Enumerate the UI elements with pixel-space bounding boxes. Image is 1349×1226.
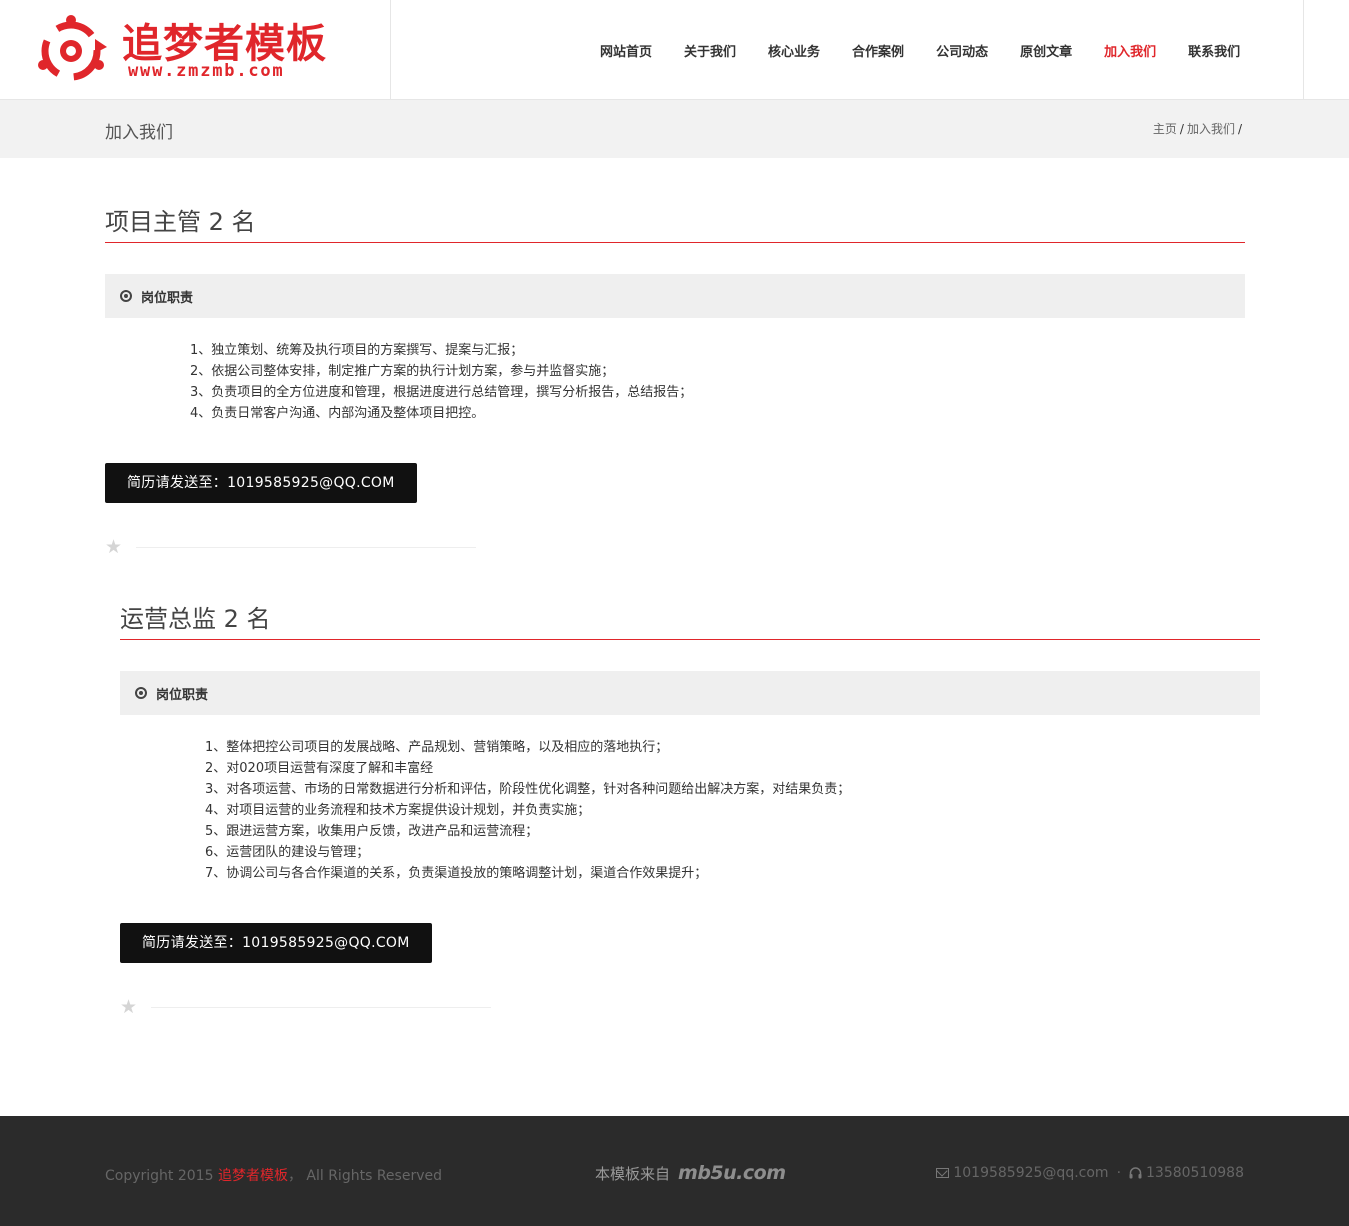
logo[interactable]: 追梦者模板 www.zmzmb.com bbox=[0, 0, 391, 100]
list-item: 4、对项目运营的业务流程和技术方案提供设计规划，并负责实施； bbox=[205, 803, 591, 818]
nav-item-news[interactable]: 公司动态 bbox=[920, 41, 1004, 60]
nav-item-contact[interactable]: 联系我们 bbox=[1172, 41, 1256, 60]
star-icon: ★ bbox=[120, 996, 138, 1018]
section-divider: ★ bbox=[120, 997, 1260, 1017]
list-item: 4、负责日常客户沟通、内部沟通及整体项目把控。 bbox=[190, 406, 485, 421]
mb5u-logo-link[interactable]: mb5u.com bbox=[678, 1162, 786, 1184]
envelope-icon bbox=[936, 1168, 950, 1178]
duty-list: 1、独立策划、统筹及执行项目的方案撰写、提案与汇报； 2、依据公司整体安排，制定… bbox=[105, 340, 1245, 424]
job-section-operations-director: 运营总监 2 名 岗位职责 1、整体把控公司项目的发展战略、产品规划、营销策略，… bbox=[120, 597, 1260, 1017]
logo-url: www.zmzmb.com bbox=[128, 61, 285, 81]
page-title: 加入我们 bbox=[105, 123, 173, 143]
duty-header[interactable]: 岗位职责 bbox=[120, 671, 1260, 715]
contact-separator: · bbox=[1116, 1165, 1122, 1181]
breadcrumb-home[interactable]: 主页 bbox=[1153, 122, 1177, 136]
breadcrumb-separator: / bbox=[1179, 122, 1184, 136]
list-item: 2、对020项目运营有深度了解和丰富经 bbox=[205, 761, 434, 776]
circle-dot-icon bbox=[135, 687, 147, 699]
circle-dot-icon bbox=[120, 290, 132, 302]
list-item: 1、整体把控公司项目的发展战略、产品规划、营销策略，以及相应的落地执行； bbox=[205, 740, 669, 755]
job-title: 运营总监 2 名 bbox=[120, 597, 1260, 640]
section-divider: ★ bbox=[105, 537, 1245, 557]
footer-email[interactable]: 1019585925@qq.com bbox=[953, 1165, 1108, 1181]
site-footer: Copyright 2015 追梦者模板， All Rights Reserve… bbox=[0, 1116, 1349, 1226]
source-label: 本模板来自 bbox=[595, 1164, 671, 1183]
logo-icon bbox=[38, 15, 107, 81]
job-title: 项目主管 2 名 bbox=[105, 200, 1245, 243]
nav-item-business[interactable]: 核心业务 bbox=[752, 41, 836, 60]
breadcrumb-current[interactable]: 加入我们 bbox=[1187, 122, 1235, 136]
headset-icon bbox=[1129, 1167, 1142, 1179]
divider-line bbox=[151, 1007, 491, 1008]
breadcrumb: 主页 / 加入我们 / bbox=[1153, 120, 1245, 137]
divider-line bbox=[136, 547, 476, 548]
job-section-project-manager: 项目主管 2 名 岗位职责 1、独立策划、统筹及执行项目的方案撰写、提案与汇报；… bbox=[105, 200, 1245, 557]
main-nav: 网站首页 关于我们 核心业务 合作案例 公司动态 原创文章 加入我们 联系我们 bbox=[584, 0, 1304, 100]
nav-item-home[interactable]: 网站首页 bbox=[584, 41, 668, 60]
star-icon: ★ bbox=[105, 536, 123, 558]
nav-item-cases[interactable]: 合作案例 bbox=[836, 41, 920, 60]
list-item: 3、负责项目的全方位进度和管理，根据进度进行总结管理，撰写分析报告，总结报告； bbox=[190, 385, 693, 400]
nav-item-join[interactable]: 加入我们 bbox=[1088, 41, 1172, 60]
page-title-bar: 加入我们 主页 / 加入我们 / bbox=[0, 100, 1349, 158]
list-item: 1、独立策划、统筹及执行项目的方案撰写、提案与汇报； bbox=[190, 343, 524, 358]
resume-email-button[interactable]: 简历请发送至：1019585925@QQ.COM bbox=[105, 463, 417, 503]
duty-list: 1、整体把控公司项目的发展战略、产品规划、营销策略，以及相应的落地执行； 2、对… bbox=[120, 737, 1260, 884]
copyright: Copyright 2015 追梦者模板， All Rights Reserve… bbox=[105, 1165, 442, 1185]
duty-label: 岗位职责 bbox=[156, 687, 209, 703]
resume-email-button[interactable]: 简历请发送至：1019585925@QQ.COM bbox=[120, 923, 432, 963]
nav-item-about[interactable]: 关于我们 bbox=[668, 41, 752, 60]
list-item: 6、运营团队的建设与管理； bbox=[205, 845, 370, 860]
footer-phone[interactable]: 13580510988 bbox=[1146, 1165, 1244, 1181]
copyright-brand-link[interactable]: 追梦者模板 bbox=[218, 1168, 288, 1184]
nav-item-articles[interactable]: 原创文章 bbox=[1004, 41, 1088, 60]
list-item: 2、依据公司整体安排，制定推广方案的执行计划方案，参与并监督实施； bbox=[190, 364, 615, 379]
template-source: 本模板来自 mb5u.com bbox=[595, 1162, 786, 1184]
duty-label: 岗位职责 bbox=[141, 290, 194, 306]
list-item: 3、对各项运营、市场的日常数据进行分析和评估，阶段性优化调整，针对各种问题给出解… bbox=[205, 782, 851, 797]
breadcrumb-separator: / bbox=[1237, 122, 1242, 136]
site-header: 追梦者模板 www.zmzmb.com 网站首页 关于我们 核心业务 合作案例 … bbox=[0, 0, 1349, 100]
list-item: 7、协调公司与各合作渠道的关系，负责渠道投放的策略调整计划，渠道合作效果提升； bbox=[205, 866, 708, 881]
copyright-suffix: ， All Rights Reserved bbox=[287, 1168, 442, 1184]
list-item: 5、跟进运营方案，收集用户反馈，改进产品和运营流程； bbox=[205, 824, 539, 839]
copyright-prefix: Copyright 2015 bbox=[105, 1168, 214, 1184]
duty-header[interactable]: 岗位职责 bbox=[105, 274, 1245, 318]
footer-contact: 1019585925@qq.com · 13580510988 bbox=[936, 1165, 1244, 1181]
